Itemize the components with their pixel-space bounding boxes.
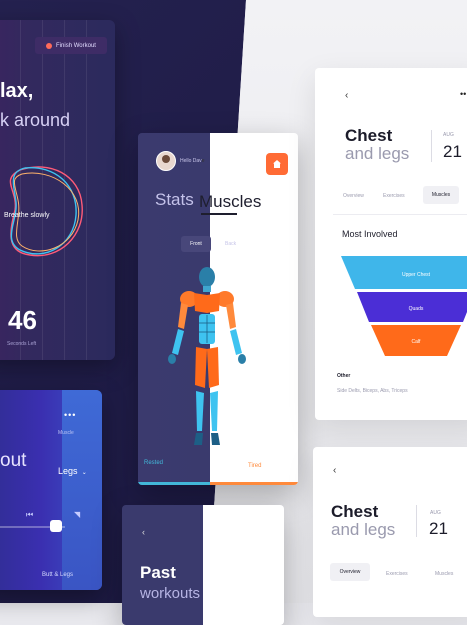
active-tab-indicator [201,213,237,215]
other-muscles-list: Side Delts, Biceps, Abs, Triceps [337,388,408,394]
right-forearm-muscle [230,329,242,355]
tab-muscles[interactable]: Muscles [199,192,261,212]
back-chevron-icon[interactable]: ‹ [333,465,336,476]
left-forearm-muscle [172,329,184,355]
workout-title-line2: and legs [345,144,409,164]
workout-title: out [0,450,26,472]
section-divider [333,214,467,215]
head-muscle [199,267,215,287]
muscle-funnel-chart: Upper Chest Quads Calf [341,256,467,366]
tab-muscles[interactable]: Muscles [423,186,459,204]
right-foot [211,433,220,445]
rested-bar [138,482,210,485]
stop-icon [46,43,52,49]
workout-title-line2: and legs [331,520,395,540]
relax-subtitle: k around [0,110,70,131]
title-divider [431,130,432,162]
neck-muscle [203,286,211,292]
right-bicep-muscle [226,303,236,329]
tab-muscles[interactable]: Muscles [435,571,453,577]
other-muscles-label: Other [337,373,350,379]
player-side-panel [62,390,102,590]
tab-overview[interactable]: Overview [343,193,364,199]
breathe-instruction: Breathe slowly [4,212,50,219]
volume-icon[interactable]: ◥ [74,510,80,519]
greeting-head: Hello Dav [180,158,202,164]
more-options-icon[interactable]: ••• [64,410,76,420]
greeting-tail: e [202,158,205,164]
chevron-down-icon: ⌄ [80,470,87,476]
target-muscle-label: Muscle [58,430,74,436]
back-chevron-icon[interactable]: ‹ [142,527,145,537]
seconds-counter: 46 [8,305,37,336]
skip-previous-icon[interactable]: ⏮ [26,510,33,520]
tab-stats[interactable]: Stats [155,190,194,210]
left-foot [194,433,203,445]
tired-bar [210,482,298,485]
left-bicep-muscle [178,303,188,329]
finish-workout-button[interactable]: Finish Workout [35,37,107,54]
pause-button[interactable] [50,520,62,532]
seconds-left-label: Seconds Left [7,341,36,347]
workout-title-line1: Chest [331,502,378,522]
rested-legend: Rested [144,460,163,466]
chest-legs-detail-card: ‹ •• Chest and legs AUG 21 Overview Exer… [315,68,467,420]
tab-exercises[interactable]: Exercises [383,193,405,199]
more-options-icon[interactable]: •• [460,89,466,99]
past-workouts-card[interactable]: ‹ Past workouts [122,505,284,625]
workouts-subtitle: workouts [140,585,200,602]
greeting-text: Hello Dave [180,158,204,164]
workout-title-line1: Chest [345,126,392,146]
left-chest-muscle [194,293,207,313]
back-chevron-icon[interactable]: ‹ [345,90,348,101]
workout-month: AUG [430,510,441,516]
muscle-body-diagram [152,263,262,453]
workout-month: AUG [443,132,454,138]
front-view-button[interactable]: Front [181,236,211,252]
relax-title: lax, [0,80,33,103]
home-icon [272,159,282,169]
left-hand [168,354,176,364]
relax-card: ‹ Finish Workout lax, k around Breathe s… [0,20,115,360]
tab-overview[interactable]: Overview [330,563,370,581]
right-quad-muscle [207,347,219,388]
muscles-card: Hello Dave Stats Muscles Front Back [138,133,298,485]
past-title: Past [140,563,176,583]
chest-legs-overview-card: ‹ Chest and legs AUG 21 Overview Exercis… [313,447,467,617]
tired-legend: Tired [248,463,261,469]
target-muscle-value: Legs [58,466,78,476]
most-involved-heading: Most Involved [342,229,398,239]
avatar[interactable] [156,151,176,171]
left-calf-muscle [196,391,204,431]
funnel-label-3: Calf [412,339,422,345]
left-quad-muscle [195,347,207,388]
right-calf-muscle [210,391,218,431]
routine-label: Butt & Legs [42,572,73,578]
funnel-label-1: Upper Chest [402,272,431,278]
title-divider [416,505,417,537]
workout-day: 21 [429,519,448,539]
right-chest-muscle [207,293,220,313]
back-view-button[interactable]: Back [225,241,236,247]
workout-day: 21 [443,142,462,162]
target-muscle-select[interactable]: Legs ⌄ [58,466,87,476]
workout-player-card: ••• out Muscle Legs ⌄ ⏮ ◥ Butt & Legs [0,390,102,590]
right-hand [238,354,246,364]
tab-exercises[interactable]: Exercises [386,571,408,577]
finish-workout-label: Finish Workout [56,43,96,49]
home-button[interactable] [266,153,288,175]
funnel-label-2: Quads [409,306,424,312]
